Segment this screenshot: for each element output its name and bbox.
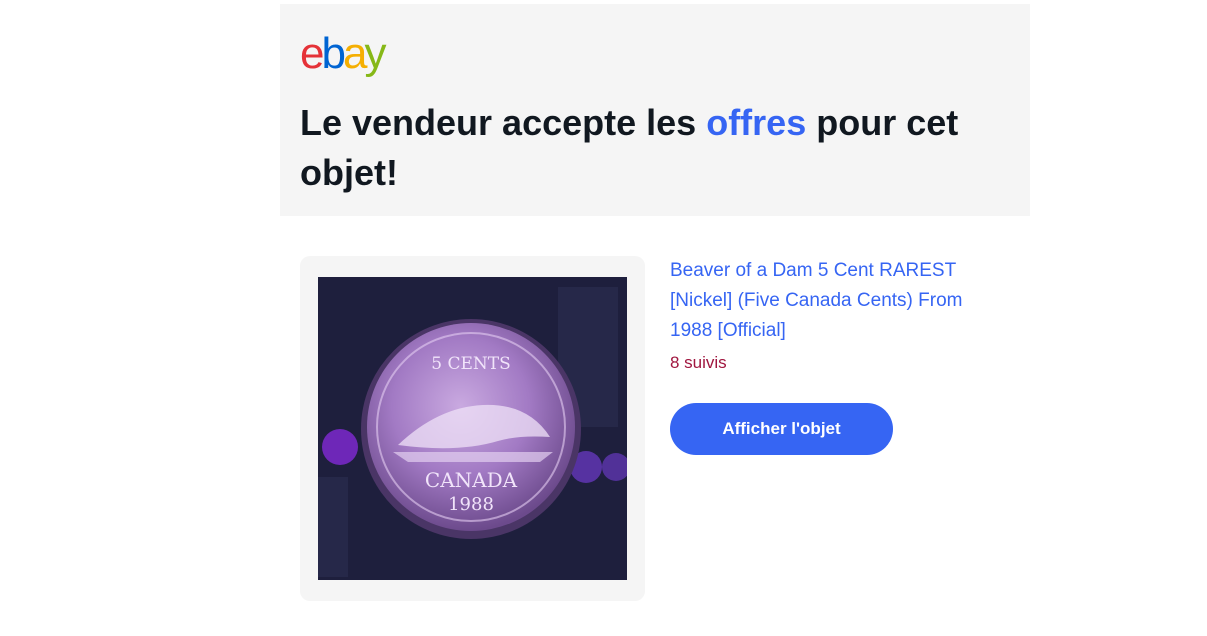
item-title-link[interactable]: Beaver of a Dam 5 Cent RAREST [Nickel] (… [670,256,1000,346]
headline-accent: offres [706,102,807,143]
view-item-button[interactable]: Afficher l'objet [670,403,893,455]
logo-letter-e: e [300,29,325,78]
email-container: ebay Le vendeur accepte les offres pour … [280,4,1030,601]
coin-photo[interactable]: 5 CENTS CANADA 1988 [318,277,627,580]
headline: Le vendeur accepte les offres pour cet o… [300,98,1020,198]
coin-text-top: 5 CENTS [431,354,511,374]
email-header: ebay Le vendeur accepte les offres pour … [280,4,1030,216]
coin-image-icon: 5 CENTS CANADA 1988 [318,277,627,580]
watchers-count: 8 suivis [670,353,727,372]
item-card: 5 CENTS CANADA 1988 Beaver of a Dam 5 Ce… [300,256,1030,601]
logo-letter-y: y [364,29,386,78]
ebay-logo[interactable]: ebay [300,29,400,78]
coin-text-country: CANADA [425,468,518,492]
item-details: Beaver of a Dam 5 Cent RAREST [Nickel] (… [670,256,1000,455]
item-image-box[interactable]: 5 CENTS CANADA 1988 [300,256,645,601]
logo-letter-b: b [321,29,346,78]
coin-text-year: 1988 [448,494,494,515]
headline-text-start: Le vendeur accepte les [300,102,707,143]
logo-letter-a: a [342,29,368,78]
